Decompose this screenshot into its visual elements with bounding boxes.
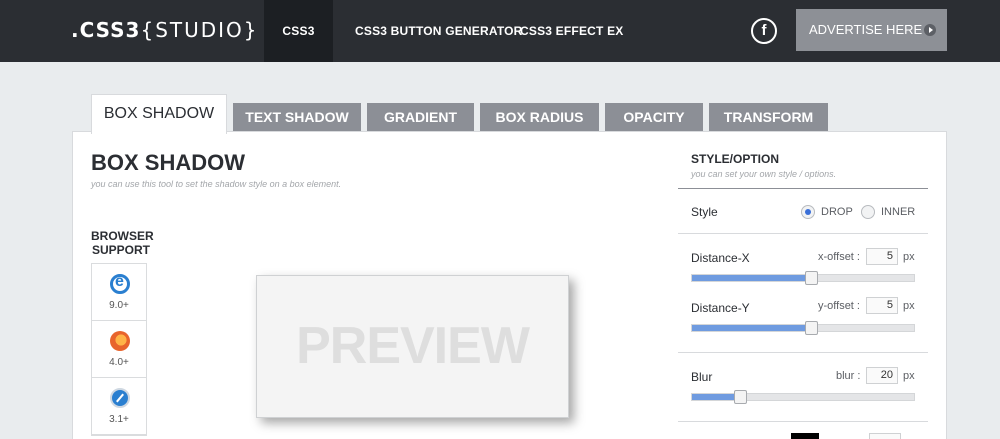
preview-box: PREVIEW (256, 275, 569, 418)
blur-slider[interactable] (691, 390, 915, 404)
tab-opacity[interactable]: OPACITY (605, 103, 703, 131)
x-offset-label: x-offset : (818, 251, 860, 263)
browser-item-firefox: 4.0+ (92, 321, 146, 378)
nav-css3-button-generator[interactable]: CSS3 BUTTON GENERATOR (355, 0, 523, 62)
color-input[interactable] (869, 433, 901, 439)
divider (678, 188, 928, 189)
radio-drop[interactable] (801, 205, 815, 219)
tab-gradient[interactable]: GRADIENT (367, 103, 474, 131)
slider-thumb[interactable] (805, 271, 818, 285)
page-subtitle: you can use this tool to set the shadow … (91, 179, 342, 189)
browser-support-list: 9.0+ 4.0+ 3.1+ (91, 263, 147, 436)
divider (678, 352, 928, 353)
tab-box-shadow[interactable]: BOX SHADOW (91, 94, 227, 134)
ie-icon (110, 273, 130, 294)
x-offset-input[interactable]: 5 (866, 248, 898, 265)
distance-x-slider[interactable] (691, 271, 915, 285)
browser-item-ie: 9.0+ (92, 264, 146, 321)
distance-y-slider[interactable] (691, 321, 915, 335)
slider-fill (692, 394, 736, 400)
blur-unit: px (903, 370, 915, 382)
slider-thumb[interactable] (734, 390, 747, 404)
y-offset-label: y-offset : (818, 300, 860, 312)
radio-inner[interactable] (861, 205, 875, 219)
browser-version: 3.1+ (109, 414, 129, 425)
firefox-icon (110, 331, 130, 351)
safari-icon (110, 388, 130, 408)
browser-item-safari: 3.1+ (92, 378, 146, 435)
y-offset-unit: px (903, 300, 915, 312)
logo-prefix: .CSS3 (71, 18, 141, 42)
options-subtitle: you can set your own style / options. (691, 169, 837, 179)
blur-input[interactable]: 20 (866, 367, 898, 384)
divider (678, 233, 928, 234)
slider-fill (692, 275, 807, 281)
distance-y-label: Distance-Y (691, 301, 750, 315)
blur-label: Blur (691, 370, 713, 384)
advertise-button[interactable]: ADVERTISE HERE (796, 9, 947, 51)
nav-css3-effect-ex[interactable]: CSS3 EFFECT EX (520, 0, 624, 62)
arrow-right-icon (924, 24, 936, 36)
slider-thumb[interactable] (805, 321, 818, 335)
browser-version: 4.0+ (109, 357, 129, 368)
color-swatch[interactable] (791, 433, 819, 439)
radio-inner-label: INNER (881, 206, 916, 218)
tab-text-shadow[interactable]: TEXT SHADOW (233, 103, 361, 131)
y-offset-input[interactable]: 5 (866, 297, 898, 314)
logo-suffix: {STUDIO} (140, 18, 259, 42)
x-offset-unit: px (903, 251, 915, 263)
browser-version: 9.0+ (109, 300, 129, 311)
tab-transform[interactable]: TRANSFORM (709, 103, 828, 131)
blur-offset-label: blur : (836, 370, 861, 382)
advertise-label: ADVERTISE HERE (809, 22, 923, 37)
divider (678, 421, 928, 422)
browser-support-label: BROWSER SUPPORT (91, 229, 154, 257)
options-title: STYLE/OPTION (691, 152, 780, 166)
nav-css3[interactable]: CSS3 (264, 0, 333, 62)
preview-text: PREVIEW (296, 317, 530, 375)
tab-box-radius[interactable]: BOX RADIUS (480, 103, 599, 131)
top-nav: .CSS3{STUDIO} CSS3 CSS3 BUTTON GENERATOR… (0, 0, 1000, 62)
page-title: BOX SHADOW (91, 150, 245, 175)
style-label: Style (691, 205, 718, 219)
radio-drop-label: DROP (821, 206, 853, 218)
site-logo[interactable]: .CSS3{STUDIO} (71, 18, 259, 42)
slider-fill (692, 325, 807, 331)
distance-x-label: Distance-X (691, 251, 750, 265)
facebook-icon[interactable]: f (751, 18, 777, 44)
